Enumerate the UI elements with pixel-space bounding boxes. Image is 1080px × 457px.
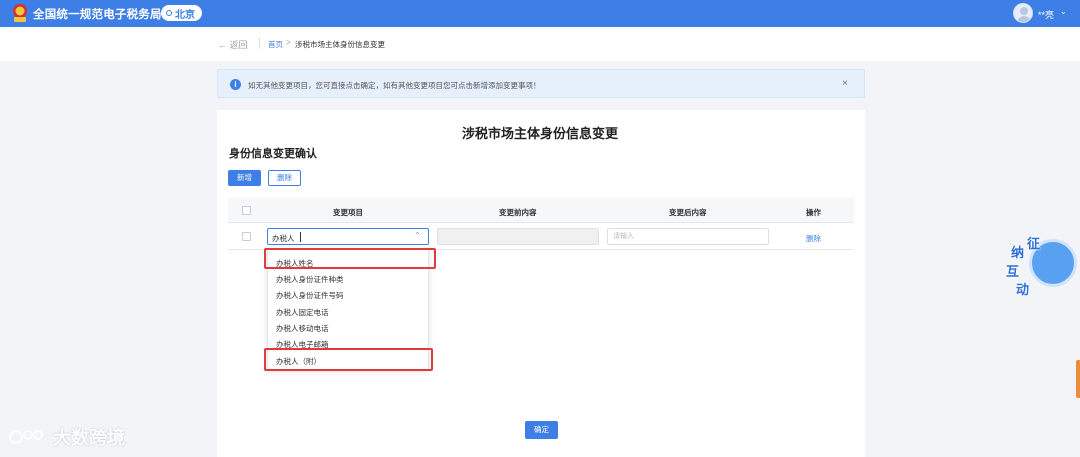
assistant-char: 纳	[1011, 245, 1025, 260]
add-button[interactable]: 新增	[228, 170, 261, 186]
dropdown-option[interactable]: 办税人身份证件种类	[276, 274, 344, 285]
breadcrumb-current: 涉税市场主体身份信息变更	[295, 40, 385, 49]
back-label: 返回	[229, 40, 248, 50]
watermark-logo-icon	[9, 430, 43, 444]
page-title: 涉税市场主体身份信息变更	[461, 126, 618, 141]
breadcrumb-bar: ← 返回 首页 > 涉税市场主体身份信息变更	[0, 27, 1080, 61]
site-title: 全国统一规范电子税务局	[33, 9, 162, 21]
info-icon: i	[230, 79, 241, 90]
assistant-char: 互	[1006, 264, 1020, 279]
column-header-after: 变更后内容	[669, 208, 707, 217]
side-tab[interactable]	[1076, 360, 1080, 398]
section-title: 身份信息变更确认	[229, 148, 317, 160]
chevron-right-icon: >	[286, 38, 291, 47]
user-name[interactable]: **亮	[1038, 8, 1054, 21]
select-all-checkbox[interactable]	[242, 206, 251, 215]
watermark-text: 大数跨境	[53, 428, 125, 448]
tax-emblem-icon	[13, 4, 27, 22]
location-icon	[166, 10, 172, 16]
column-header-before: 变更前内容	[499, 208, 537, 217]
arrow-left-icon: ←	[218, 40, 227, 50]
chevron-up-icon: ⌃	[414, 231, 421, 240]
notice-text: 如无其他变更项目，您可直接点击确定，如有其他变更项目您可点击新增添加变更事项！	[248, 81, 541, 90]
highlight-box	[264, 348, 433, 371]
assistant-char: 动	[1016, 282, 1030, 297]
chevron-down-icon[interactable]: ⌄	[1060, 7, 1067, 16]
select-value: 办税人	[272, 234, 295, 243]
table-header: 变更项目 变更前内容 变更后内容 操作	[228, 198, 854, 223]
row-delete-link[interactable]: 删除	[806, 233, 821, 244]
delete-button[interactable]: 删除	[268, 170, 301, 186]
watermark: 大数跨境	[8, 424, 125, 450]
dropdown-option[interactable]: 办税人移动电话	[276, 323, 329, 334]
text-cursor	[300, 232, 301, 242]
dropdown-option[interactable]: 办税人身份证件号码	[276, 290, 344, 301]
region-label: 北京	[175, 9, 195, 21]
highlight-box	[264, 248, 436, 269]
column-header-action: 操作	[806, 208, 821, 217]
assistant-widget[interactable]: 征 纳 互 动	[1003, 233, 1077, 301]
divider	[259, 38, 260, 49]
after-content-input[interactable]: 请输入	[607, 228, 769, 245]
dropdown-option[interactable]: 办税人固定电话	[276, 307, 329, 318]
change-item-select[interactable]: 办税人 ⌃	[267, 228, 429, 245]
info-notice: i 如无其他变更项目，您可直接点击确定，如有其他变更项目您可点击新增添加变更事项…	[217, 69, 865, 98]
before-content-field	[437, 228, 599, 245]
avatar[interactable]	[1013, 3, 1033, 23]
back-button[interactable]: ← 返回	[218, 38, 248, 51]
assistant-char: 征	[1027, 236, 1041, 251]
breadcrumb-home[interactable]: 首页	[268, 39, 283, 50]
top-bar: 全国统一规范电子税务局 北京 **亮 ⌄	[0, 0, 1080, 27]
column-header-item: 变更项目	[333, 208, 363, 217]
confirm-button[interactable]: 确定	[525, 421, 558, 439]
region-selector[interactable]: 北京	[161, 5, 202, 21]
row-checkbox[interactable]	[242, 232, 251, 241]
close-icon[interactable]: ×	[842, 78, 848, 89]
